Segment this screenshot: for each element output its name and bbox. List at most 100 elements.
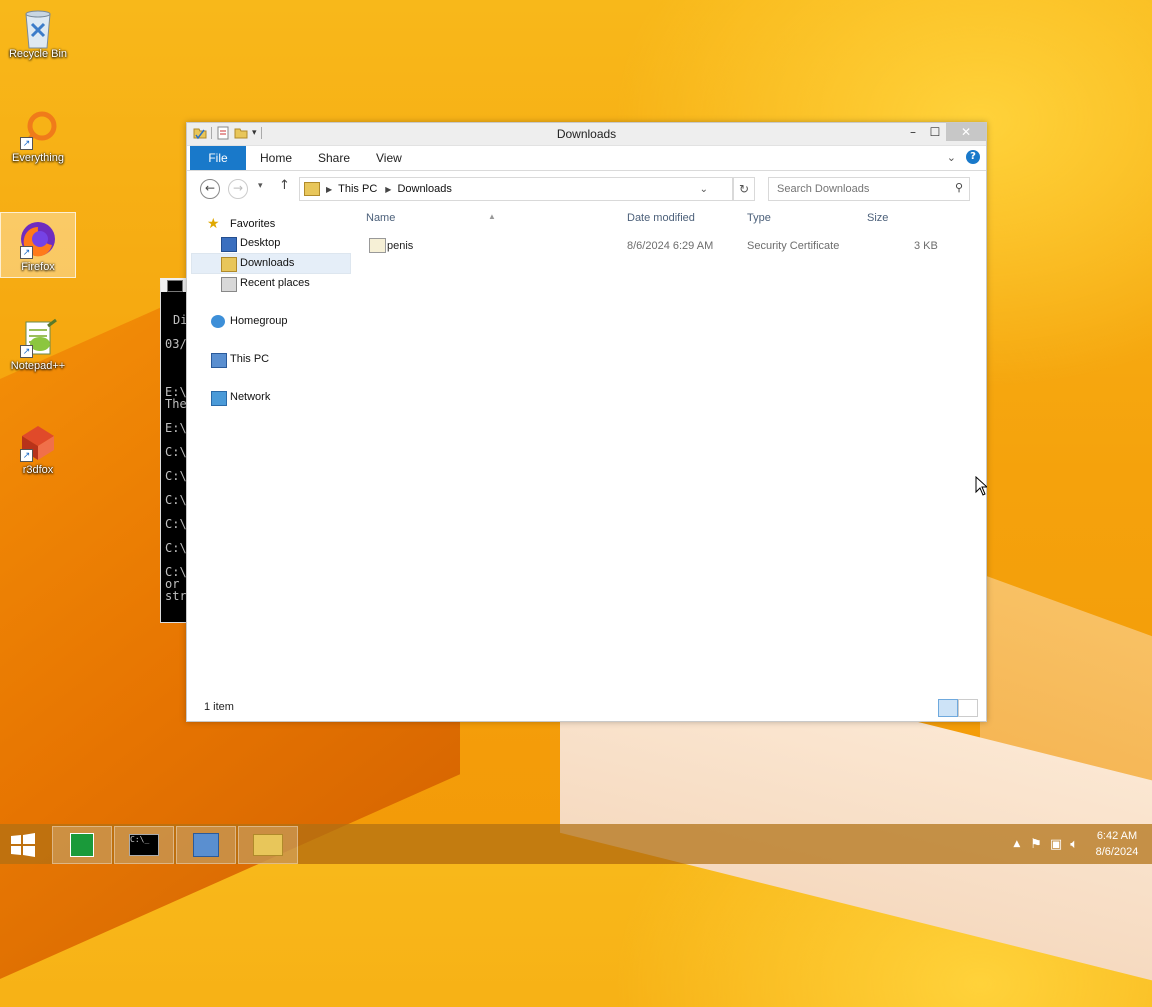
desktop-icon-recycle-bin[interactable]: Recycle Bin xyxy=(2,6,74,60)
breadcrumb-downloads[interactable]: Downloads xyxy=(397,183,451,195)
clock-date: 8/6/2024 xyxy=(1095,846,1139,858)
network-status-icon[interactable]: ▣ xyxy=(1050,837,1062,852)
column-headers: ▲ Name Date modified Type Size xyxy=(363,207,986,229)
cmd-output-line: The xyxy=(165,397,187,411)
nav-label: This PC xyxy=(230,353,270,365)
this-pc-icon xyxy=(304,182,320,196)
nav-homegroup[interactable]: Homegroup xyxy=(191,312,351,331)
certificate-icon xyxy=(369,238,386,253)
recent-places-icon xyxy=(221,277,237,292)
cmd-output-line: 03/ xyxy=(165,337,187,351)
column-name[interactable]: Name xyxy=(366,212,395,224)
file-type: Security Certificate xyxy=(747,240,840,252)
desktop-icon-firefox[interactable]: ↗ Firefox xyxy=(0,212,76,278)
r3dfox-icon: ↗ xyxy=(18,422,58,462)
recycle-bin-icon xyxy=(18,6,58,49)
large-icons-view-icon[interactable] xyxy=(958,699,978,717)
tab-home[interactable]: Home xyxy=(260,146,292,170)
column-size[interactable]: Size xyxy=(867,212,888,224)
shortcut-arrow-icon: ↗ xyxy=(20,449,33,462)
search-input[interactable] xyxy=(775,178,949,200)
details-view-icon[interactable] xyxy=(938,699,958,717)
network-icon xyxy=(211,391,227,406)
maximize-button[interactable]: ☐ xyxy=(924,123,946,141)
store-icon xyxy=(70,833,94,857)
shortcut-arrow-icon: ↗ xyxy=(20,345,33,358)
nav-downloads[interactable]: Downloads xyxy=(191,253,351,274)
star-icon: ★ xyxy=(207,215,220,231)
help-icon[interactable]: ? xyxy=(966,150,980,164)
start-button[interactable] xyxy=(8,832,38,858)
computer-icon xyxy=(193,833,219,857)
close-button[interactable]: ✕ xyxy=(946,123,986,141)
minimize-button[interactable]: – xyxy=(902,123,924,141)
cmd-output-line: C:\ xyxy=(165,469,187,483)
expand-ribbon-icon[interactable]: ⌄ xyxy=(947,151,956,164)
column-type[interactable]: Type xyxy=(747,212,771,224)
search-box[interactable]: ⚲ xyxy=(768,177,970,201)
desktop-icon-r3dfox[interactable]: ↗ r3dfox xyxy=(2,422,74,476)
file-row[interactable]: penis 8/6/2024 6:29 AM Security Certific… xyxy=(363,235,986,257)
file-list: ▲ Name Date modified Type Size penis 8/6… xyxy=(363,207,986,257)
desktop-icon-label: Notepad++ xyxy=(10,360,66,372)
desktop-icon-label: Everything xyxy=(12,152,64,164)
desktop-icon-label: Firefox xyxy=(21,261,55,273)
window-title: Downloads xyxy=(556,127,617,141)
navigation-bar: ← → ▾ ↑ ▶ This PC ▶ Downloads ⌄ ↻ ⚲ xyxy=(187,171,986,205)
nav-label: Recent places xyxy=(240,277,310,289)
up-button[interactable]: ↑ xyxy=(279,178,290,193)
address-bar[interactable]: ▶ This PC ▶ Downloads ⌄ xyxy=(299,177,733,201)
notepad-plus-plus-icon: ↗ xyxy=(18,318,58,358)
breadcrumb-separator-icon: ▶ xyxy=(326,184,333,194)
taskbar-store[interactable] xyxy=(52,826,112,864)
nav-desktop[interactable]: Desktop xyxy=(191,234,351,253)
everything-search-icon: ↗ xyxy=(18,110,58,150)
firefox-icon: ↗ xyxy=(18,219,58,259)
homegroup-icon xyxy=(211,315,225,328)
cmd-icon: C:\_ xyxy=(129,834,159,856)
back-button[interactable]: ← xyxy=(200,179,220,199)
search-icon[interactable]: ⚲ xyxy=(955,181,963,194)
shortcut-arrow-icon: ↗ xyxy=(20,137,33,150)
title-bar[interactable]: ▾ Downloads – ☐ ✕ xyxy=(187,123,986,146)
windows-logo-icon xyxy=(11,833,35,857)
nav-label: Homegroup xyxy=(230,315,288,327)
cmd-icon xyxy=(167,280,183,292)
cmd-output-line: str xyxy=(165,589,187,603)
nav-label: Downloads xyxy=(240,257,295,269)
recent-locations-icon[interactable]: ▾ xyxy=(258,181,263,191)
taskbar-file-explorer[interactable] xyxy=(238,826,298,864)
taskbar-network-app[interactable] xyxy=(176,826,236,864)
nav-network[interactable]: Network xyxy=(191,388,351,407)
taskbar-command-prompt[interactable]: C:\_ xyxy=(114,826,174,864)
navigation-pane: ★ Favorites Desktop Downloads Recent pla… xyxy=(191,207,351,407)
cmd-output-line: C:\ xyxy=(165,541,187,555)
tab-share[interactable]: Share xyxy=(318,146,350,170)
nav-favorites[interactable]: ★ Favorites xyxy=(191,215,351,234)
shortcut-arrow-icon: ↗ xyxy=(20,246,33,259)
clock[interactable]: 6:42 AM 8/6/2024 xyxy=(1082,828,1152,860)
volume-muted-icon[interactable]: 🔈︎ xyxy=(1070,837,1078,852)
nav-label: Favorites xyxy=(230,218,276,230)
downloads-folder-icon xyxy=(221,257,237,272)
nav-recent-places[interactable]: Recent places xyxy=(191,274,351,293)
breadcrumb-this-pc[interactable]: This PC xyxy=(338,183,377,195)
desktop-icon-notepad-plus-plus[interactable]: ↗ Notepad++ xyxy=(2,318,74,372)
desktop-icon-everything[interactable]: ↗ Everything xyxy=(2,110,74,164)
action-center-icon[interactable]: ⚑ xyxy=(1030,837,1042,852)
column-date-modified[interactable]: Date modified xyxy=(627,212,695,224)
tab-view[interactable]: View xyxy=(376,146,402,170)
refresh-button[interactable]: ↻ xyxy=(733,177,755,201)
nav-this-pc[interactable]: This PC xyxy=(191,350,351,369)
desktop-icon-label: r3dfox xyxy=(22,464,54,476)
file-size: 3 KB xyxy=(914,240,938,252)
address-dropdown-icon[interactable]: ⌄ xyxy=(700,184,708,195)
nav-label: Network xyxy=(230,391,271,403)
computer-icon xyxy=(211,353,227,368)
file-explorer-window[interactable]: ▾ Downloads – ☐ ✕ File Home Share View ⌄… xyxy=(186,122,987,722)
show-hidden-icons-icon[interactable]: ▲ xyxy=(1013,839,1020,849)
nav-label: Desktop xyxy=(240,237,281,249)
tab-file[interactable]: File xyxy=(190,146,246,170)
forward-button[interactable]: → xyxy=(228,179,248,199)
desktop-icon xyxy=(221,237,237,252)
